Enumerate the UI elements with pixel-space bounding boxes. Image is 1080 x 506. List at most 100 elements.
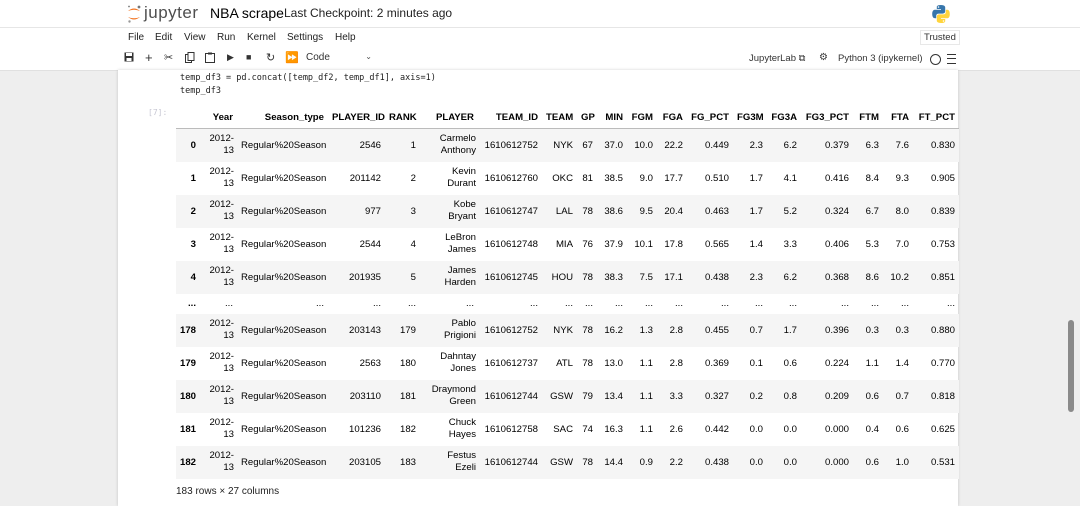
table-cell: 6.3	[865, 139, 879, 151]
table-cell: Kevin Durant	[420, 162, 478, 195]
table-cell: GSW	[550, 390, 573, 402]
table-cell: 1610612747	[484, 205, 538, 217]
save-icon[interactable]	[124, 52, 134, 65]
table-cell: 0.3	[865, 324, 879, 336]
table-cell: 2.2	[669, 456, 683, 468]
table-cell: 0.369	[704, 357, 729, 369]
run-icon[interactable]: ▶	[227, 52, 234, 63]
table-cell: 2012-13	[200, 347, 237, 380]
table-cell: 0.2	[749, 390, 763, 402]
cell-type-select[interactable]: Code ⌄	[306, 52, 372, 66]
menu-run[interactable]: Run	[217, 32, 235, 43]
table-cell: Regular%20Season	[241, 456, 327, 468]
table-cell: LAL	[555, 205, 573, 217]
table-cell: 0.9	[639, 456, 653, 468]
cell-text: 2012-13	[209, 351, 234, 374]
table-cell: 1	[410, 139, 416, 151]
copy-icon[interactable]	[185, 52, 195, 66]
table-cell: 7.6	[895, 139, 909, 151]
table-cell: ...	[408, 298, 416, 309]
code-cell[interactable]: temp_df3 = pd.concat([temp_df2, temp_df1…	[180, 72, 436, 98]
menu-edit[interactable]: Edit	[155, 32, 172, 43]
python-logo-icon	[932, 5, 950, 23]
column-header: PLAYER	[420, 106, 478, 129]
table-cell: 0.565	[704, 238, 729, 250]
table-cell: 8.4	[865, 172, 879, 184]
table-cell: 0.463	[704, 205, 729, 217]
table-cell: 0.905	[930, 172, 955, 184]
trusted-badge[interactable]: Trusted	[920, 30, 960, 45]
table-cell: 0.4	[865, 423, 879, 435]
fast-forward-icon[interactable]: ⏩	[285, 51, 299, 64]
table-cell: 2544	[359, 238, 381, 250]
table-cell: 0.6	[895, 423, 909, 435]
code-line: temp_df3	[180, 86, 221, 96]
cell-text: Festus Ezeli	[447, 450, 476, 473]
kernel-name[interactable]: Python 3 (ipykernel)	[838, 53, 922, 64]
table-cell: ...	[530, 298, 538, 309]
menu-file[interactable]: File	[128, 32, 144, 43]
row-index: 180	[180, 390, 197, 402]
table-cell: 37.0	[604, 139, 623, 151]
table-cell: 38.6	[604, 205, 623, 217]
column-header: FG3_PCT	[801, 106, 853, 129]
table-cell: 1.0	[895, 456, 909, 468]
jupyter-logo[interactable]: jupyter	[126, 3, 208, 24]
table-cell: 6.2	[783, 271, 797, 283]
table-cell: 2012-13	[200, 314, 237, 347]
cell-text: 2012-13	[209, 265, 234, 288]
table-cell: ...	[373, 298, 381, 309]
column-header: FTM	[853, 106, 883, 129]
menu-view[interactable]: View	[184, 32, 206, 43]
table-cell: 3	[410, 205, 416, 217]
table-cell: 0.416	[824, 172, 849, 184]
cell-text: Kobe Bryant	[448, 199, 476, 222]
table-row: 179 2012-13 Regular%20Season 2563 180 Dahntay…	[176, 347, 959, 380]
last-checkpoint: Last Checkpoint: 2 minutes ago	[284, 6, 453, 20]
table-cell: Regular%20Season	[241, 205, 327, 217]
table-cell: 78	[582, 205, 593, 217]
table-cell: SAC	[553, 423, 573, 435]
table-cell: 74	[582, 423, 593, 435]
gear-icon[interactable]: ⚙	[819, 52, 828, 63]
table-cell: 0.6	[865, 390, 879, 402]
insert-cell-icon[interactable]: +	[145, 50, 153, 65]
table-cell: Kobe Bryant	[420, 195, 478, 228]
menu-icon[interactable]	[947, 54, 956, 64]
jupyterlab-link[interactable]: JupyterLab ⧉	[749, 53, 805, 64]
table-cell: 0.839	[930, 205, 955, 217]
table-cell: ...	[645, 298, 653, 309]
table-cell: 203105	[348, 456, 381, 468]
notebook-toolbar: + ✂ ▶ ■ ↻ ⏩ Code ⌄ JupyterLab ⧉ ⚙ Python…	[0, 49, 1080, 71]
paste-icon[interactable]	[205, 52, 215, 66]
column-header: Season_type	[237, 106, 328, 129]
table-row: 181 2012-13 Regular%20Season 101236 182 Chuck…	[176, 413, 959, 446]
notebook-title[interactable]: NBA scrape	[210, 5, 284, 21]
table-cell: 0.6	[865, 456, 879, 468]
table-cell: Regular%20Season	[241, 324, 327, 336]
menu-settings[interactable]: Settings	[287, 32, 323, 43]
row-index: 182	[180, 456, 197, 468]
table-cell: ...	[675, 298, 683, 309]
cell-type-value: Code	[306, 52, 330, 63]
cell-text: Chuck Hayes	[448, 417, 476, 440]
row-index: 4	[190, 271, 196, 283]
table-cell: ...	[871, 298, 879, 309]
scrollbar-thumb[interactable]	[1068, 320, 1074, 412]
table-cell: 0.368	[824, 271, 849, 283]
table-cell: 181	[399, 390, 416, 402]
table-cell: 0.7	[895, 390, 909, 402]
table-cell: 37.9	[604, 238, 623, 250]
table-cell: 6.7	[865, 205, 879, 217]
notebook-page: temp_df3 = pd.concat([temp_df2, temp_df1…	[118, 70, 959, 506]
menu-help[interactable]: Help	[335, 32, 356, 43]
stop-icon[interactable]: ■	[246, 52, 251, 62]
column-header: Year	[200, 106, 237, 129]
index-header	[176, 106, 200, 129]
row-index: 3	[190, 238, 196, 250]
table-cell: 13.4	[604, 390, 623, 402]
restart-icon[interactable]: ↻	[266, 51, 275, 64]
menu-kernel[interactable]: Kernel	[247, 32, 276, 43]
cut-icon[interactable]: ✂	[164, 51, 173, 64]
table-cell: 0.3	[895, 324, 909, 336]
